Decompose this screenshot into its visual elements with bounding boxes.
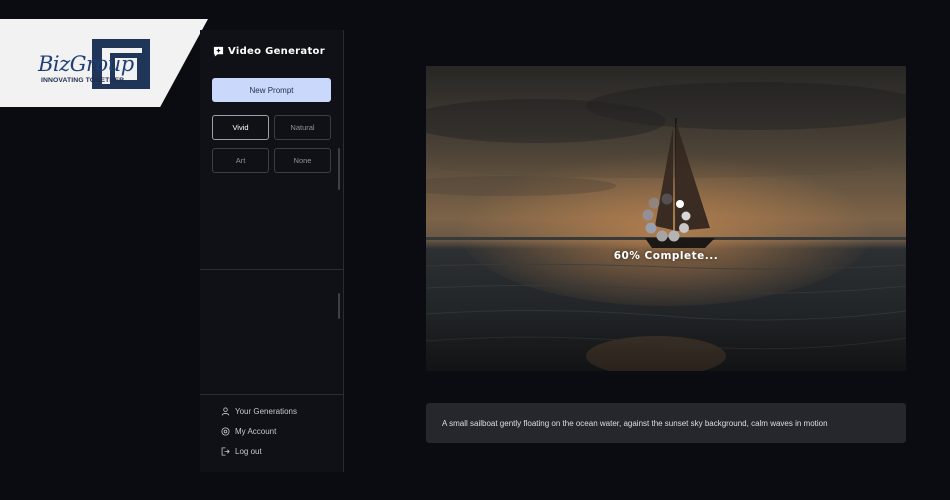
video-preview[interactable]: 60% Complete... bbox=[426, 66, 906, 371]
logo-banner: BizGroup INNOVATING TOGETHER bbox=[0, 19, 208, 107]
prompt-text-box[interactable]: A small sailboat gently floating on the … bbox=[426, 403, 906, 443]
menu-item-log-out[interactable]: Log out bbox=[221, 447, 262, 456]
progress-status: 60% Complete... bbox=[613, 250, 719, 262]
logo-tagline: INNOVATING TOGETHER bbox=[41, 77, 125, 84]
style-button-none[interactable]: None bbox=[274, 148, 331, 173]
chat-plus-icon bbox=[213, 46, 224, 57]
loading-spinner bbox=[642, 193, 691, 242]
menu-item-your-generations[interactable]: Your Generations bbox=[221, 407, 297, 416]
user-icon bbox=[221, 407, 230, 416]
sidebar-divider-bottom bbox=[200, 394, 344, 395]
settings-icon bbox=[221, 427, 230, 436]
menu-item-my-account[interactable]: My Account bbox=[221, 427, 276, 436]
scrollbar-thumb-history[interactable] bbox=[338, 293, 340, 319]
sidebar: Video Generator New Prompt Vivid Natural… bbox=[200, 30, 344, 472]
brand: Video Generator bbox=[213, 46, 325, 57]
new-prompt-button[interactable]: New Prompt bbox=[212, 78, 331, 102]
scrollbar-thumb-top[interactable] bbox=[338, 148, 340, 190]
style-button-vivid[interactable]: Vivid bbox=[212, 115, 269, 140]
prompt-text: A small sailboat gently floating on the … bbox=[442, 418, 828, 428]
style-button-art[interactable]: Art bbox=[212, 148, 269, 173]
app-title: Video Generator bbox=[228, 46, 325, 57]
style-button-natural[interactable]: Natural bbox=[274, 115, 331, 140]
logo-wordmark: BizGroup bbox=[38, 52, 134, 76]
sidebar-divider bbox=[200, 269, 344, 270]
logout-icon bbox=[221, 447, 230, 456]
